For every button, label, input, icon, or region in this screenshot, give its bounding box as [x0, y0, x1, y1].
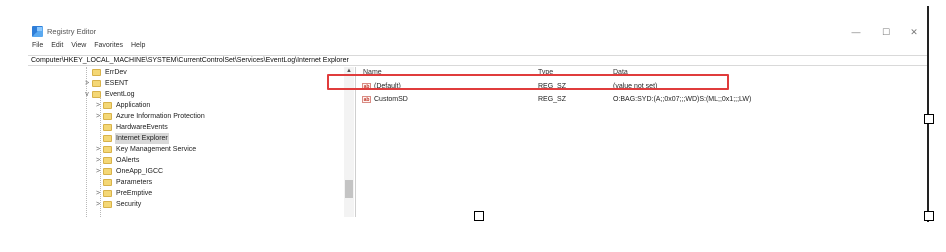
maximize-button[interactable]: ☐: [876, 25, 896, 39]
tree-item-label: OneApp_IGCC: [116, 168, 164, 175]
tree-item-label: HardwareEvents: [116, 124, 168, 131]
window-title: Registry Editor: [47, 27, 97, 36]
highlight-box: [327, 74, 729, 90]
tree-item-label: Key Management Service: [116, 146, 197, 153]
folder-icon: [103, 102, 112, 109]
resize-handle[interactable]: [924, 114, 934, 124]
tree-item-label: Parameters: [116, 179, 153, 186]
tree-item-label: ESENT: [105, 80, 129, 87]
resize-handle[interactable]: [474, 211, 484, 221]
chevron-right-icon[interactable]: >: [94, 100, 102, 111]
value-name: CustomSD: [374, 96, 408, 103]
tree-item-label: OAlerts: [116, 157, 140, 164]
folder-icon: [103, 201, 112, 208]
chevron-right-icon[interactable]: >: [94, 199, 102, 210]
chevron-right-icon[interactable]: >: [83, 78, 91, 89]
registry-editor-icon: [32, 26, 43, 37]
tree-item-label: Azure Information Protection: [116, 113, 205, 120]
folder-icon: [103, 124, 112, 131]
folder-icon: [103, 168, 112, 175]
tree-item-label: Internet Explorer: [115, 133, 169, 144]
folder-open-icon: [92, 91, 101, 98]
chevron-right-icon[interactable]: >: [94, 144, 102, 155]
chevron-right-icon[interactable]: >: [94, 155, 102, 166]
tree-item-label: EventLog: [105, 91, 135, 98]
value-data: O:BAG:SYD:(A;;0x07;;;WD)S:(ML;;0x1;;;LW): [613, 96, 752, 103]
key-tree-pane: ErrDev > ESENT v EventLog > Application …: [28, 67, 356, 217]
folder-icon: [103, 135, 112, 142]
menu-help[interactable]: Help: [131, 42, 145, 49]
tree-item-label: Application: [116, 102, 151, 109]
close-button[interactable]: ✕: [904, 25, 924, 39]
minimize-button[interactable]: —: [846, 25, 866, 39]
chevron-right-icon[interactable]: >: [94, 188, 102, 199]
menu-file[interactable]: File: [32, 42, 43, 49]
scrollbar-thumb[interactable]: [345, 180, 353, 198]
folder-icon: [103, 157, 112, 164]
menu-favorites[interactable]: Favorites: [94, 42, 123, 49]
title-bar[interactable]: Registry Editor — ☐ ✕: [28, 20, 934, 42]
tree-item-label: PreEmptive: [116, 190, 153, 197]
folder-icon: [103, 179, 112, 186]
string-value-icon: ab: [362, 96, 371, 103]
chevron-right-icon[interactable]: >: [94, 166, 102, 177]
folder-icon: [103, 190, 112, 197]
folder-icon: [103, 146, 112, 153]
chevron-down-icon[interactable]: v: [83, 89, 91, 100]
resize-handle[interactable]: [924, 211, 934, 221]
address-bar[interactable]: Computer\HKEY_LOCAL_MACHINE\SYSTEM\Curre…: [28, 55, 928, 66]
menu-view[interactable]: View: [71, 42, 86, 49]
menu-edit[interactable]: Edit: [51, 42, 63, 49]
chevron-right-icon[interactable]: >: [94, 111, 102, 122]
folder-icon: [92, 80, 101, 87]
tree-item-label: Security: [116, 201, 142, 208]
value-row-customsd[interactable]: ab CustomSD REG_SZ O:BAG:SYD:(A;;0x07;;;…: [358, 94, 928, 105]
value-type: REG_SZ: [538, 96, 567, 103]
folder-icon: [103, 113, 112, 120]
folder-icon: [92, 69, 101, 76]
tree-item-label: ErrDev: [105, 69, 127, 76]
menu-bar: File Edit View Favorites Help: [28, 42, 147, 54]
registry-editor-window: Registry Editor — ☐ ✕ File Edit View Fav…: [28, 20, 934, 220]
